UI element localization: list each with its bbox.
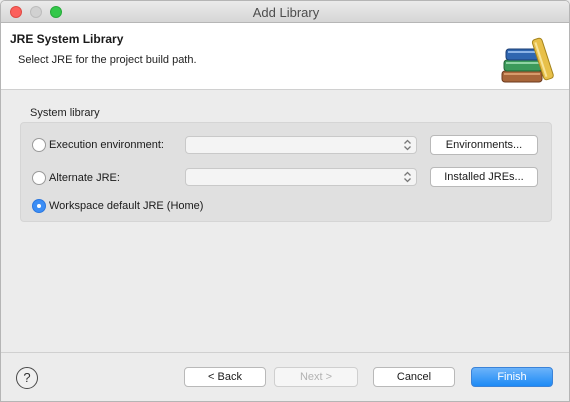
alternate-jre-radio[interactable] (32, 171, 46, 185)
window-title: Add Library (252, 5, 320, 20)
alternate-jre-select[interactable] (185, 168, 417, 186)
alternate-jre-label: Alternate JRE: (49, 172, 120, 184)
help-icon[interactable]: ? (16, 367, 38, 389)
environments-button[interactable]: Environments... (430, 135, 538, 155)
header-title: JRE System Library (10, 32, 124, 46)
next-button[interactable]: Next > (274, 367, 358, 387)
execution-environment-select[interactable] (185, 136, 417, 154)
header-description: Select JRE for the project build path. (18, 54, 197, 66)
workspace-default-jre-label: Workspace default JRE (Home) (49, 200, 204, 212)
select-arrows-icon (404, 139, 411, 151)
dialog-header: JRE System Library Select JRE for the pr… (1, 23, 569, 90)
execution-environment-radio[interactable] (32, 138, 46, 152)
back-button[interactable]: < Back (184, 367, 266, 387)
system-library-group-label: System library (30, 107, 100, 119)
library-books-icon (501, 37, 554, 83)
title-bar: Add Library (1, 1, 569, 23)
execution-environment-label: Execution environment: (49, 139, 164, 151)
add-library-dialog: Add Library JRE System Library Select JR… (0, 0, 570, 402)
cancel-button[interactable]: Cancel (373, 367, 455, 387)
system-library-group: Execution environment: Environments... A… (20, 122, 552, 222)
finish-button[interactable]: Finish (471, 367, 553, 387)
select-arrows-icon (404, 171, 411, 183)
workspace-default-jre-radio[interactable] (32, 199, 46, 213)
installed-jres-button[interactable]: Installed JREs... (430, 167, 538, 187)
footer-divider (1, 352, 569, 353)
